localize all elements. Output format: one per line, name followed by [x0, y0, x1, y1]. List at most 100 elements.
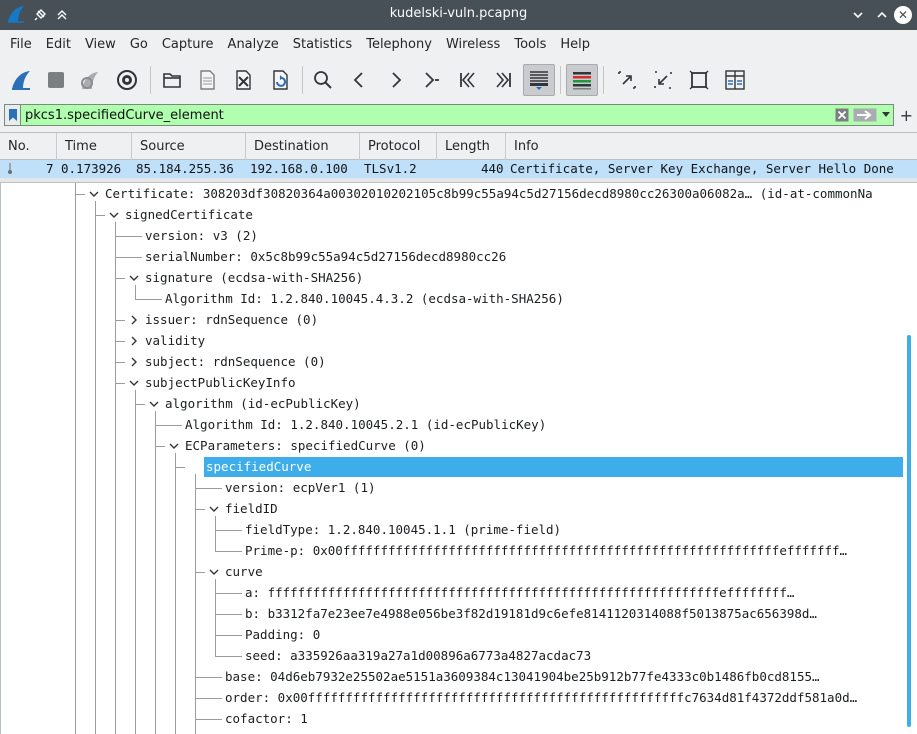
tree-row[interactable]: signature (ecdsa-with-SHA256): [144, 268, 363, 288]
window-title: kudelski-vuln.pcapng: [389, 6, 528, 21]
tree-row[interactable]: order: 0x00fffffffffffffffffffffffffffff…: [224, 688, 857, 708]
tree-row[interactable]: fieldID: [224, 499, 278, 519]
display-filter-input[interactable]: [21, 105, 833, 125]
pin-icon[interactable]: [30, 5, 50, 25]
tree-row[interactable]: Algorithm Id: 1.2.840.10045.4.3.2 (ecdsa…: [164, 289, 564, 309]
expanded-arrow-icon[interactable]: [129, 273, 139, 283]
column-header-protocol[interactable]: Protocol: [360, 133, 437, 160]
menu-telephony[interactable]: Telephony: [359, 33, 439, 57]
packet-row[interactable]: 7 0.173926 85.184.255.36 192.168.0.100 T…: [0, 160, 917, 178]
tree-row[interactable]: issuer: rdnSequence (0): [144, 310, 318, 330]
tree-row[interactable]: version: v3 (2): [144, 226, 258, 246]
zoom-in-icon[interactable]: [611, 64, 643, 96]
expanded-arrow-icon[interactable]: [149, 399, 159, 409]
collapsed-arrow-icon[interactable]: [129, 336, 139, 346]
menu-view[interactable]: View: [78, 33, 123, 57]
minimize-icon[interactable]: [848, 5, 868, 25]
tree-row[interactable]: base: 04d6eb7932e25502ae5151a3609384c130…: [224, 667, 820, 687]
tree-row[interactable]: Padding: 0: [244, 625, 320, 645]
packet-protocol: TLSv1.2: [364, 161, 417, 176]
menu-file[interactable]: File: [3, 33, 39, 57]
menu-tools[interactable]: Tools: [507, 33, 553, 57]
column-header-info[interactable]: Info: [506, 133, 917, 160]
tree-row[interactable]: signedCertificate: [124, 205, 253, 225]
reload-file-icon[interactable]: [264, 64, 296, 96]
tree-guide-line: [75, 183, 76, 734]
colorize-icon[interactable]: [566, 64, 598, 96]
column-header-destination[interactable]: Destination: [246, 133, 360, 160]
filter-history-chevron-down-icon[interactable]: [879, 105, 893, 125]
column-header-length[interactable]: Length: [437, 133, 506, 160]
collapsed-arrow-icon[interactable]: [129, 357, 139, 367]
go-to-packet-icon[interactable]: [415, 64, 447, 96]
tree-row[interactable]: Algorithm Id: 1.2.840.10045.2.1 (id-ecPu…: [184, 415, 546, 435]
column-header-time[interactable]: Time: [57, 133, 132, 160]
menu-capture[interactable]: Capture: [155, 33, 221, 57]
tree-row[interactable]: serialNumber: 0x5c8b99c55a94c5d27156decd…: [144, 247, 506, 267]
tree-row[interactable]: Prime-p: 0x00fffffffffffffffffffffffffff…: [244, 541, 847, 561]
collapsed-arrow-icon[interactable]: [129, 315, 139, 325]
close-window-icon[interactable]: ✕: [894, 6, 912, 24]
maximize-icon[interactable]: [872, 5, 892, 25]
auto-scroll-icon[interactable]: [523, 64, 555, 96]
tree-guide-line: [135, 390, 136, 734]
tree-row[interactable]: specifiedCurve: [204, 457, 903, 477]
tree-row[interactable]: algorithm (id-ecPublicKey): [164, 394, 361, 414]
clear-filter-icon[interactable]: [833, 105, 851, 125]
tree-row[interactable]: curve: [224, 562, 263, 582]
expanded-arrow-icon[interactable]: [209, 504, 219, 514]
expanded-arrow-icon[interactable]: [209, 567, 219, 577]
tree-row[interactable]: validity: [144, 331, 205, 351]
expanded-arrow-icon[interactable]: [169, 441, 179, 451]
apply-filter-icon[interactable]: [851, 105, 879, 125]
column-header-no[interactable]: No.: [0, 133, 57, 160]
packet-destination: 192.168.0.100: [250, 161, 348, 176]
add-filter-button-plus-icon[interactable]: +: [900, 106, 913, 125]
vertical-scrollbar[interactable]: [907, 335, 911, 727]
menu-statistics[interactable]: Statistics: [286, 33, 359, 57]
close-file-icon[interactable]: [227, 64, 259, 96]
expanded-arrow-icon[interactable]: [189, 462, 199, 472]
tree-branch-line: [215, 614, 242, 615]
tree-row[interactable]: subject: rdnSequence (0): [144, 352, 326, 372]
stop-capture-icon[interactable]: [40, 64, 72, 96]
tree-branch-line: [215, 656, 242, 657]
start-capture-icon[interactable]: [5, 64, 37, 96]
go-forward-icon[interactable]: [380, 64, 412, 96]
go-back-icon[interactable]: [343, 64, 375, 96]
filter-bookmark-icon[interactable]: [5, 105, 21, 125]
expanded-arrow-icon[interactable]: [89, 189, 99, 199]
column-header-source[interactable]: Source: [132, 133, 246, 160]
tree-branch-line: [215, 635, 242, 636]
tree-row[interactable]: a: fffffffffffffffffffffffffffffffffffff…: [244, 583, 794, 603]
tree-branch-line: [135, 299, 162, 300]
normal-size-icon[interactable]: [683, 64, 715, 96]
menu-go[interactable]: Go: [123, 33, 155, 57]
tree-guide-line: [195, 474, 196, 734]
expanded-arrow-icon[interactable]: [129, 378, 139, 388]
tree-row[interactable]: version: ecpVer1 (1): [224, 478, 376, 498]
open-file-icon[interactable]: [156, 64, 188, 96]
tree-row[interactable]: b: b3312fa7e23ee7e4988e056be3f82d19181d9…: [244, 604, 817, 624]
go-last-packet-icon[interactable]: [488, 64, 520, 96]
zoom-out-icon[interactable]: [647, 64, 679, 96]
menu-analyze[interactable]: Analyze: [221, 33, 286, 57]
find-packet-icon[interactable]: [307, 64, 339, 96]
expanded-arrow-icon[interactable]: [109, 210, 119, 220]
capture-options-icon[interactable]: [111, 64, 143, 96]
tree-row[interactable]: cofactor: 1: [224, 709, 308, 729]
menu-help[interactable]: Help: [553, 33, 597, 57]
tree-row[interactable]: ECParameters: specifiedCurve (0): [184, 436, 426, 456]
tree-branch-line: [115, 362, 125, 363]
tree-row[interactable]: fieldType: 1.2.840.10045.1.1 (prime-fiel…: [244, 520, 561, 540]
restart-capture-icon[interactable]: [74, 64, 106, 96]
go-first-packet-icon[interactable]: [451, 64, 483, 96]
tree-row[interactable]: seed: a335926aa319a27a1d00896a6773a4827a…: [244, 646, 591, 666]
tree-row[interactable]: subjectPublicKeyInfo: [144, 373, 296, 393]
menu-wireless[interactable]: Wireless: [439, 33, 507, 57]
menu-edit[interactable]: Edit: [39, 33, 78, 57]
resize-columns-icon[interactable]: [719, 64, 751, 96]
save-file-icon[interactable]: [191, 64, 223, 96]
keep-above-icon[interactable]: [52, 5, 72, 25]
tree-row[interactable]: Certificate: 308203df30820364a0030201020…: [104, 184, 873, 204]
